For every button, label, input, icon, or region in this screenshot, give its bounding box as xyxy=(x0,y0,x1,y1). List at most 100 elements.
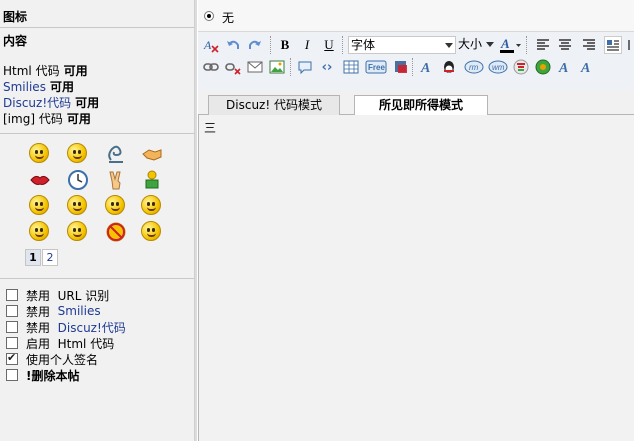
option-delete-post[interactable]: !删除本帖 xyxy=(6,368,79,383)
real-media-icon[interactable]: rm xyxy=(464,58,484,76)
float-left-icon[interactable] xyxy=(604,36,622,54)
unlink-icon[interactable] xyxy=(224,58,242,76)
option-enable-html[interactable]: 启用 Html 代码 xyxy=(6,336,115,351)
options-panel: 图标 内容 Html 代码 可用 Smilies 可用 Discuz!代码 可用 [i… xyxy=(0,0,194,441)
option-prefix: 禁用 xyxy=(26,320,54,335)
qq-icon[interactable] xyxy=(440,58,458,76)
text-color-icon[interactable]: A xyxy=(498,36,522,54)
sleepy-icon[interactable] xyxy=(29,195,51,217)
html-code-status: Html 代码 可用 xyxy=(3,62,88,79)
page-1[interactable]: 1 xyxy=(25,249,41,266)
smilies-pager: 12 xyxy=(25,249,59,266)
option-label: Discuz!代码 xyxy=(53,320,126,335)
link-icon[interactable] xyxy=(202,58,220,76)
font-size-select[interactable]: 大小 xyxy=(456,36,496,54)
grin-icon[interactable] xyxy=(105,195,127,217)
hide-content-icon[interactable] xyxy=(392,58,410,76)
option-label: Html 代码 xyxy=(53,336,115,351)
undo-icon[interactable] xyxy=(224,36,242,54)
option-disable-smilies[interactable]: 禁用 Smilies xyxy=(6,304,101,319)
option-prefix: 启用 xyxy=(26,336,54,351)
audio-icon[interactable] xyxy=(534,58,552,76)
underline-icon[interactable]: U xyxy=(320,36,338,54)
align-left-icon[interactable] xyxy=(534,36,552,54)
code-status: 可用 xyxy=(75,96,100,110)
email-icon[interactable] xyxy=(246,58,264,76)
table-icon[interactable] xyxy=(342,58,360,76)
smile2-icon[interactable] xyxy=(141,195,163,217)
more-icon[interactable] xyxy=(624,36,634,54)
italic-icon[interactable]: I xyxy=(298,36,316,54)
option-prefix: 禁用 xyxy=(26,288,54,303)
svg-text:Free: Free xyxy=(368,63,385,72)
option-disable-url[interactable]: 禁用 URL 识别 xyxy=(6,288,109,303)
checkbox[interactable] xyxy=(6,321,18,333)
remove-format-icon[interactable]: A xyxy=(202,36,220,54)
handshake-icon[interactable] xyxy=(141,143,163,165)
smilies-link[interactable]: Smilies xyxy=(3,80,46,94)
free-icon[interactable]: Free xyxy=(364,58,388,76)
flash-icon[interactable] xyxy=(512,58,530,76)
windows-media-icon[interactable]: wm xyxy=(488,58,508,76)
divider xyxy=(0,133,194,134)
tab-discuz-code[interactable]: Discuz! 代码模式 xyxy=(208,95,340,115)
forbidden-icon[interactable] xyxy=(105,221,127,243)
code-icon[interactable]: ‹› xyxy=(318,58,336,76)
font-family-select[interactable]: 字体 xyxy=(348,36,456,54)
option-disable-discuz[interactable]: 禁用 Discuz!代码 xyxy=(6,320,126,335)
option-use-signature[interactable]: 使用个人签名 xyxy=(6,351,98,367)
tongue-icon[interactable] xyxy=(67,195,89,217)
font-family-value: 字体 xyxy=(351,38,376,52)
victory-hand-icon[interactable] xyxy=(105,169,127,191)
svg-text:A: A xyxy=(420,61,430,75)
chevron-down-icon xyxy=(445,43,453,48)
no-icon-radio[interactable] xyxy=(204,11,214,21)
font-size-value: 大小 xyxy=(458,37,483,51)
code-status: 可用 xyxy=(63,64,88,78)
checkbox[interactable] xyxy=(6,305,18,317)
insert-image-icon[interactable] xyxy=(268,58,286,76)
font-a-icon[interactable]: A xyxy=(418,58,436,76)
page-2[interactable]: 2 xyxy=(42,249,58,266)
chevron-down-icon xyxy=(486,42,494,47)
font-a2-icon[interactable]: A xyxy=(556,58,574,76)
quote-icon[interactable] xyxy=(296,58,314,76)
option-prefix: 禁用 xyxy=(26,304,54,319)
editor-content-area[interactable]: 三 xyxy=(198,115,634,441)
checkbox[interactable] xyxy=(6,369,18,381)
content-label: 内容 xyxy=(3,34,28,48)
svg-text:A: A xyxy=(203,38,212,52)
person-icon[interactable] xyxy=(141,169,163,191)
code-status: 可用 xyxy=(66,112,91,126)
checkbox[interactable] xyxy=(6,289,18,301)
shout-icon[interactable] xyxy=(141,221,163,243)
svg-text:A: A xyxy=(558,61,568,75)
font-a3-icon[interactable]: A xyxy=(578,58,596,76)
confused-icon[interactable] xyxy=(29,221,51,243)
svg-text:rm: rm xyxy=(469,63,479,72)
toolbar-separator xyxy=(412,58,415,76)
snail-icon[interactable] xyxy=(105,143,127,165)
discuz-code-link[interactable]: Discuz!代码 xyxy=(3,96,71,110)
img-code-status: [img] 代码 可用 xyxy=(3,110,91,127)
redo-icon[interactable] xyxy=(246,36,264,54)
checkbox-checked[interactable] xyxy=(6,351,18,365)
editor-toolbar: A B I U 字体 大小 A ‹› Free A rm wm A A xyxy=(198,33,634,90)
smilies-status: Smilies 可用 xyxy=(3,78,74,95)
smile-icon[interactable] xyxy=(29,143,51,165)
no-icon-label: 无 xyxy=(222,11,235,25)
lips-icon[interactable] xyxy=(29,169,51,191)
happy-icon[interactable] xyxy=(67,143,89,165)
align-right-icon[interactable] xyxy=(580,36,598,54)
clock-icon[interactable] xyxy=(67,169,89,191)
tab-wysiwyg[interactable]: 所见即所得模式 xyxy=(354,95,488,116)
laugh-icon[interactable] xyxy=(67,221,89,243)
bold-icon[interactable]: B xyxy=(276,36,294,54)
checkbox[interactable] xyxy=(6,337,18,349)
divider xyxy=(0,278,194,279)
svg-text:wm: wm xyxy=(492,63,505,72)
align-center-icon[interactable] xyxy=(556,36,574,54)
discuz-code-status: Discuz!代码 可用 xyxy=(3,94,99,111)
editor-mode-tabs: Discuz! 代码模式 所见即所得模式 xyxy=(198,93,634,116)
toolbar-separator xyxy=(290,58,293,76)
